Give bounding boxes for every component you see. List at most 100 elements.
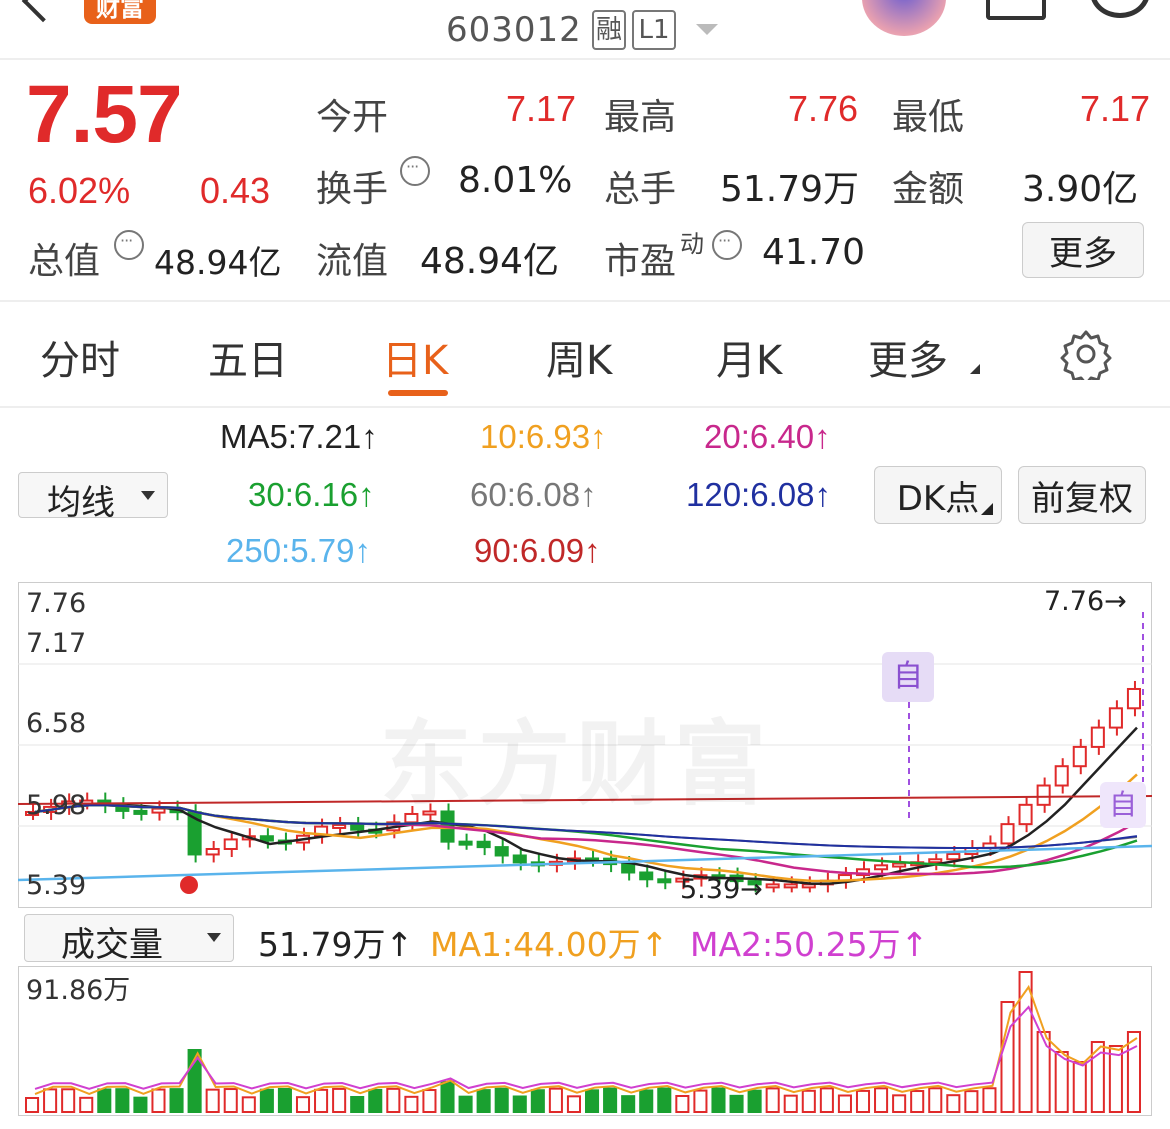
candle-body <box>892 862 907 868</box>
open-label: 今开 <box>316 97 389 138</box>
max-marker: 7.76→ <box>1044 586 1127 617</box>
self-marker[interactable]: 自 <box>882 652 934 702</box>
more-quote-button[interactable]: 更多 <box>1022 222 1144 278</box>
volume-bar <box>1036 1031 1051 1113</box>
ma20-value: 20:6.40↑ <box>704 418 831 455</box>
y-label-high: 7.76 <box>26 588 87 619</box>
volume-value: 51.79万 <box>720 169 860 210</box>
float-value-label: 流值 <box>316 241 389 282</box>
volume-bar <box>61 1088 76 1113</box>
self-marker[interactable]: 自 <box>1100 782 1146 828</box>
tab-intraday[interactable]: 分时 <box>40 328 120 386</box>
y-label-low: 5.39 <box>26 870 87 901</box>
volume-bar <box>693 1089 708 1113</box>
candle-body <box>639 871 654 881</box>
tab-daily-k[interactable]: 日K <box>382 328 448 386</box>
volume-bar <box>241 1096 256 1114</box>
volume-bar <box>494 1087 509 1114</box>
volume-bar <box>675 1094 690 1113</box>
corner-triangle-icon <box>970 364 980 374</box>
tab-more[interactable]: 更多 <box>868 328 948 386</box>
volume-bar <box>476 1089 491 1113</box>
volume-bar <box>259 1088 274 1114</box>
volume-indicator-select[interactable]: 成交量 <box>24 914 234 965</box>
volume-bar <box>368 1088 383 1113</box>
search-icon[interactable] <box>1090 0 1150 18</box>
brand-badge[interactable]: 财富 <box>84 0 156 24</box>
ma90-value: 90:6.09↑ <box>474 532 601 569</box>
candle-body <box>350 823 365 831</box>
tab-weekly-k[interactable]: 周K <box>546 328 612 386</box>
window-icon[interactable] <box>986 0 1046 20</box>
info-icon[interactable] <box>400 156 430 186</box>
volume-bar <box>964 1090 979 1114</box>
corner-triangle-icon <box>981 503 993 515</box>
volume-bar <box>295 1096 311 1113</box>
pe-value: 41.70 <box>762 232 866 273</box>
volume-bar <box>566 1095 582 1114</box>
volume-bar <box>277 1087 292 1114</box>
chevron-down-icon[interactable] <box>696 24 718 35</box>
indicator-select-label: 均线 <box>47 483 115 523</box>
volume-bar <box>404 1095 419 1113</box>
candle-body <box>458 840 473 846</box>
active-tab-indicator <box>388 390 448 396</box>
volume-bar <box>43 1088 58 1113</box>
volume-bar <box>314 1088 329 1113</box>
info-icon[interactable] <box>712 230 742 260</box>
tab-five-day[interactable]: 五日 <box>208 328 288 386</box>
candle-body <box>332 823 347 829</box>
ma120-value: 120:6.08↑ <box>686 476 831 513</box>
volume-bar <box>1072 1061 1087 1113</box>
candle-body <box>928 858 943 864</box>
volume-ma2: MA2:50.25万↑ <box>690 925 929 964</box>
candle-body <box>1072 745 1087 768</box>
float-value: 48.94亿 <box>420 241 560 282</box>
volume-bar <box>657 1087 672 1114</box>
candle-body <box>494 846 509 857</box>
y-label-mid: 6.58 <box>26 708 87 739</box>
level-tag: L1 <box>632 10 676 50</box>
volume-bar <box>151 1088 166 1114</box>
volume-chart[interactable] <box>18 966 1152 1116</box>
candle-body <box>1090 726 1105 748</box>
y-label-open: 7.17 <box>26 628 87 659</box>
volume-bar <box>621 1095 636 1114</box>
candle-body <box>259 835 274 842</box>
open-value: 7.17 <box>506 88 577 129</box>
volume-bar <box>765 1087 780 1113</box>
dk-point-label: DK点 <box>896 478 980 519</box>
ma60-value: 60:6.08↑ <box>470 476 597 513</box>
gear-icon[interactable] <box>1060 328 1112 380</box>
volume-bar <box>783 1094 798 1113</box>
volume-bar <box>801 1089 816 1113</box>
volume-bar <box>548 1087 563 1113</box>
back-icon[interactable] <box>21 0 65 23</box>
avatar[interactable] <box>862 0 946 36</box>
caret-down-icon <box>207 933 221 942</box>
stock-code[interactable]: 603012 <box>446 10 582 50</box>
current-price: 7.57 <box>26 69 183 160</box>
volume-indicator-label: 成交量 <box>61 925 163 965</box>
candle-body <box>657 878 672 884</box>
volume-value: 51.79万↑ <box>258 925 414 964</box>
dk-point-button[interactable]: DK点 <box>874 466 1002 524</box>
watermark: 东方财富 <box>380 711 773 818</box>
tab-monthly-k[interactable]: 月K <box>716 328 782 386</box>
candle-body <box>765 883 780 889</box>
volume-bar <box>837 1094 852 1114</box>
candle-body <box>1108 707 1123 729</box>
volume-bar <box>115 1088 130 1113</box>
forward-adjust-button[interactable]: 前复权 <box>1018 466 1146 524</box>
amount-value: 3.90亿 <box>1022 169 1139 210</box>
y-label-lowmid: 5.98 <box>26 790 87 821</box>
indicator-select[interactable]: 均线 <box>18 472 168 523</box>
turnover-value: 8.01% <box>458 160 573 201</box>
ma250-value: 250:5.79↑ <box>226 532 371 569</box>
ma5-value: MA5:7.21↑ <box>220 418 378 455</box>
candle-body <box>151 807 166 814</box>
candle-body <box>1000 823 1015 845</box>
caret-down-icon <box>141 491 155 500</box>
info-icon[interactable] <box>114 230 144 260</box>
candle-body <box>783 883 798 889</box>
